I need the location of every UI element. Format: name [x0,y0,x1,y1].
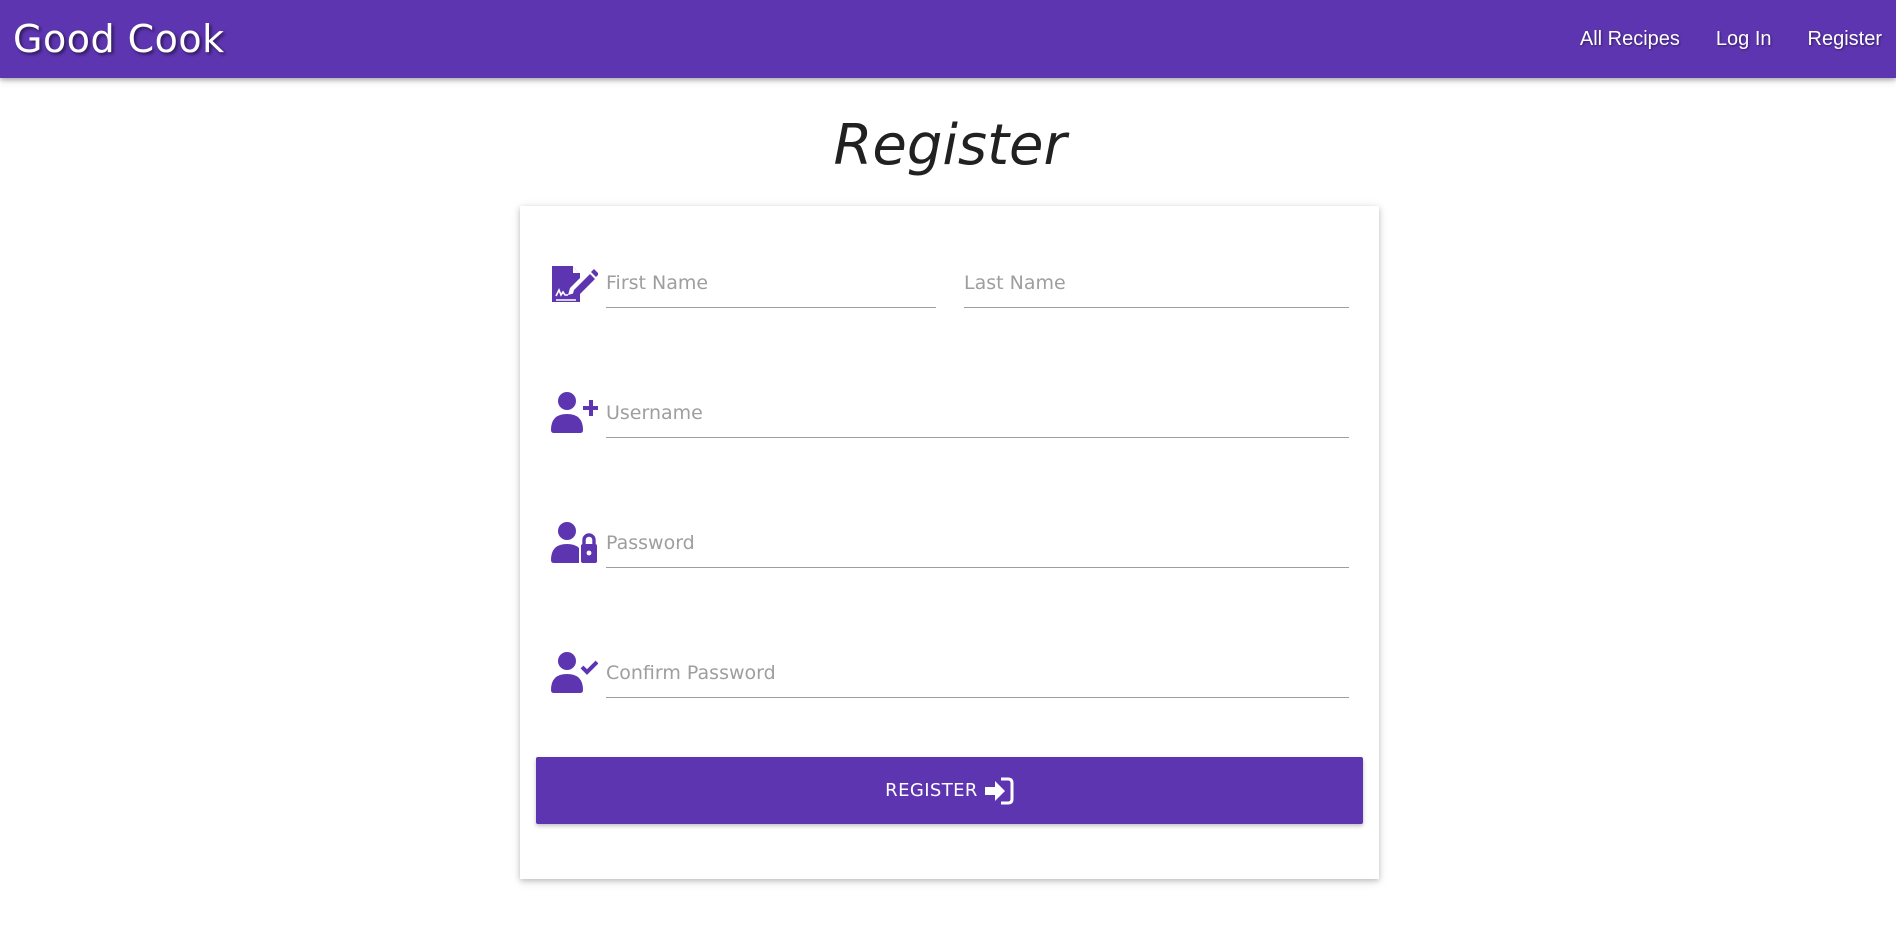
page-title: Register [833,113,1067,178]
confirm-password-input[interactable] [606,650,1349,696]
user-lock-icon [550,520,598,568]
password-row [520,520,1379,580]
sign-in-icon [984,776,1014,806]
name-row [520,260,1379,320]
first-name-input[interactable] [606,260,936,306]
register-button-label: REGISTER [885,780,978,801]
register-button[interactable]: REGISTER [536,757,1363,824]
nav-link-register[interactable]: Register [1790,0,1896,78]
user-plus-icon [550,390,599,438]
nav-link-all-recipes[interactable]: All Recipes [1562,0,1698,78]
username-input[interactable] [606,390,1349,436]
username-row [520,390,1379,450]
confirm-password-row [520,650,1379,710]
last-name-field [964,260,1349,308]
file-signature-icon [550,260,599,308]
first-name-field [606,260,936,308]
confirm-password-field [606,650,1349,698]
password-field [606,520,1349,568]
username-field [606,390,1349,438]
user-check-icon [550,650,599,698]
nav-link-log-in[interactable]: Log In [1698,0,1790,78]
navbar: Good Cook All Recipes Log In Register [0,0,1896,78]
brand-logo[interactable]: Good Cook [13,14,225,64]
nav-links: All Recipes Log In Register [1562,0,1896,78]
password-input[interactable] [606,520,1349,566]
register-form-card: REGISTER [520,206,1379,879]
last-name-input[interactable] [964,260,1349,306]
